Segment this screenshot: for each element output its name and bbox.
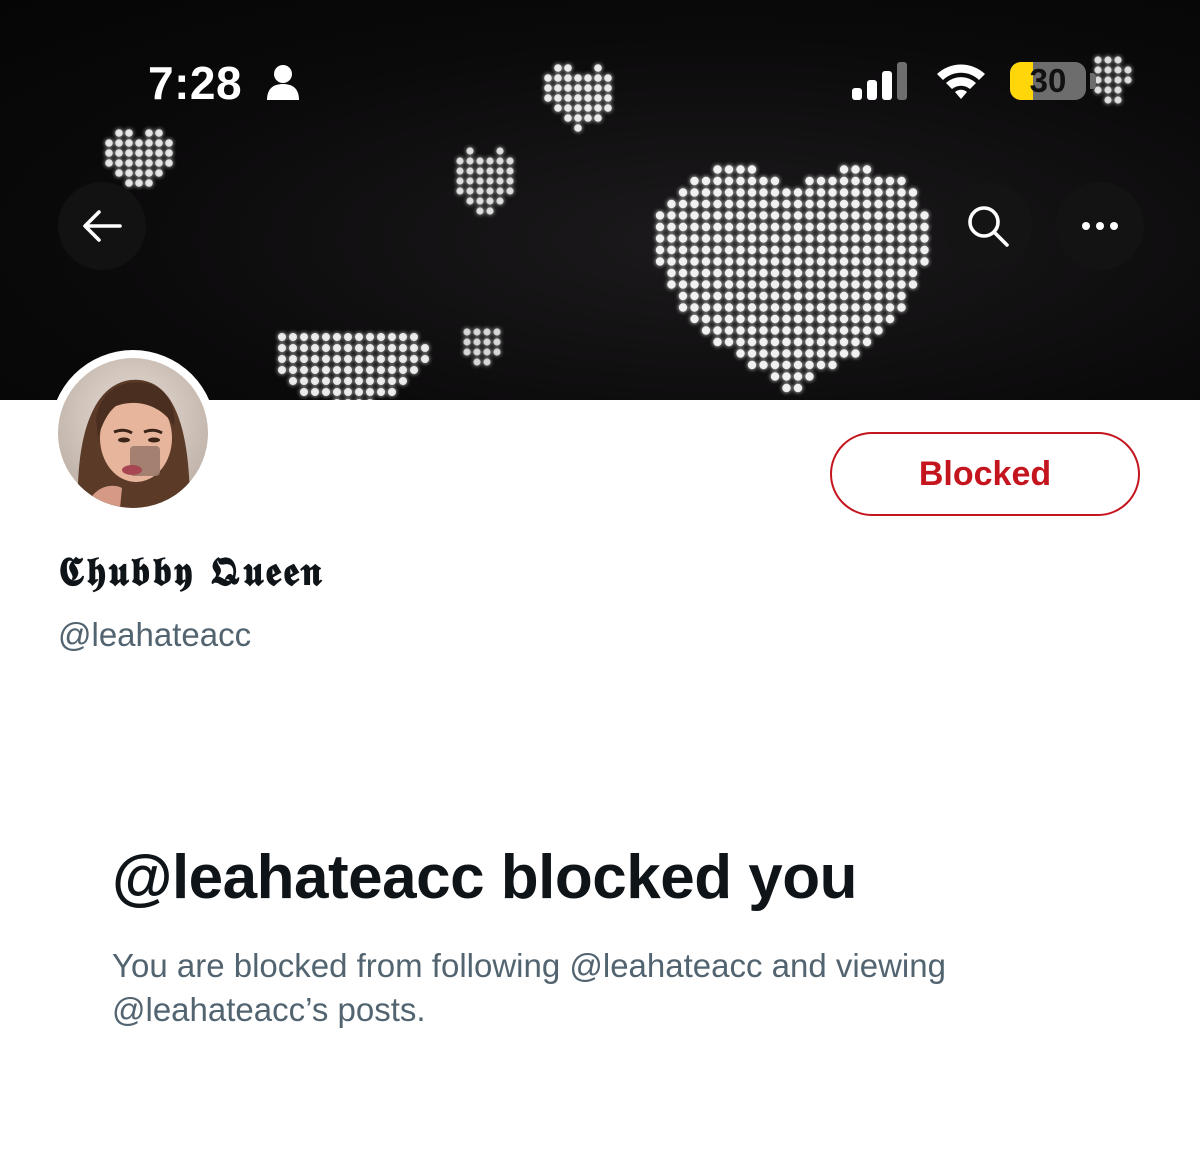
blocked-description-line-1: You are blocked from following @leahatea… xyxy=(112,947,946,984)
signal-icon xyxy=(852,62,907,100)
avatar[interactable] xyxy=(50,350,216,516)
search-button[interactable] xyxy=(944,182,1032,270)
display-name: 𝕮𝖍𝖚𝖇𝖇𝖞 𝕼𝖚𝖊𝖊𝖓 xyxy=(58,548,324,595)
blocked-title: @leahateacc blocked you xyxy=(112,843,858,912)
status-time: 7:28 xyxy=(148,57,243,109)
person-icon xyxy=(267,65,299,100)
back-button[interactable] xyxy=(58,182,146,270)
blocked-description: You are blocked from following @leahatea… xyxy=(112,944,1092,1032)
more-options-button[interactable] xyxy=(1056,182,1144,270)
blocked-description-line-2: @leahateacc’s posts. xyxy=(112,991,426,1028)
search-icon xyxy=(968,206,1009,247)
battery-icon: 30 xyxy=(1010,62,1086,100)
battery-cap xyxy=(1090,73,1096,89)
blocked-button[interactable]: Blocked xyxy=(830,432,1140,516)
profile-photo xyxy=(58,358,208,508)
more-horizontal-icon xyxy=(1082,222,1118,230)
profile-handle: @leahateacc xyxy=(58,616,252,653)
arrow-left-icon xyxy=(83,210,122,242)
wifi-icon xyxy=(937,64,985,99)
battery-percent: 30 xyxy=(1029,62,1067,99)
profile-banner: 7:28 30 xyxy=(0,0,1200,400)
